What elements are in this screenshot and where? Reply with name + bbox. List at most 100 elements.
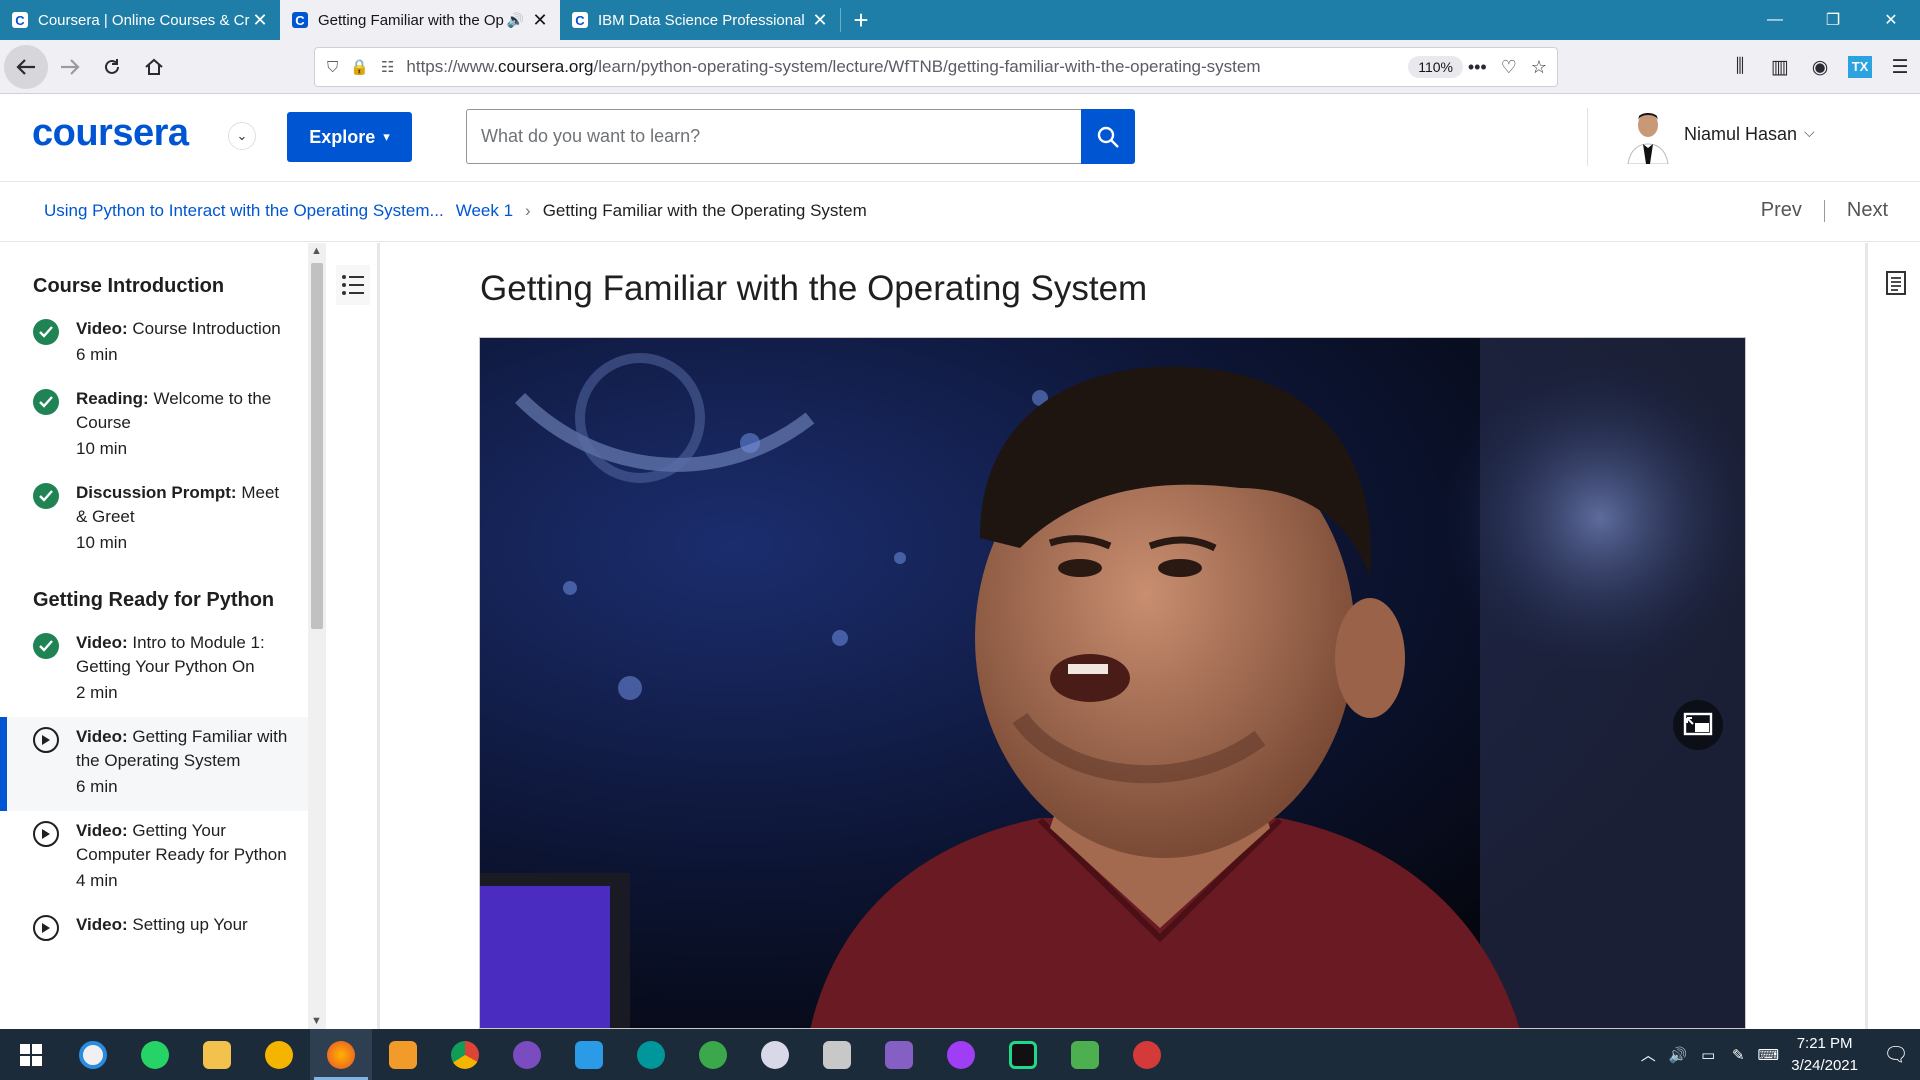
browser-tab-active[interactable]: C Getting Familiar with the Op 🔊 ✕ (280, 0, 560, 40)
user-name[interactable]: Niamul Hasan (1684, 124, 1797, 145)
url-actions: ••• ♡ ☆ (1468, 57, 1547, 78)
list-item[interactable]: Reading: Welcome to the Course 10 min (0, 379, 308, 473)
zoom-level[interactable]: 110% (1408, 56, 1463, 78)
chevron-down-icon[interactable]: ⌵ (1804, 124, 1815, 141)
list-item-active[interactable]: Video: Getting Familiar with the Operati… (0, 717, 308, 811)
list-item[interactable]: Video: Getting Your Computer Ready for P… (0, 811, 308, 905)
search-app-icon[interactable] (62, 1029, 124, 1080)
course-outline-sidebar: Course Introduction Video: Course Introd… (0, 243, 308, 1029)
permissions-icon[interactable]: ☷ (381, 58, 394, 76)
pycharm-icon[interactable] (992, 1029, 1054, 1080)
coursera-logo[interactable]: coursera (32, 112, 189, 155)
visual-studio-icon[interactable] (868, 1029, 930, 1080)
pen-icon[interactable]: ✎ (1723, 1046, 1753, 1064)
search-button[interactable] (1081, 109, 1135, 164)
chevron-down-icon[interactable]: ▼ (311, 1015, 322, 1027)
network-icon[interactable]: ▭ (1693, 1046, 1723, 1064)
chevron-down-icon[interactable]: ⌄ (228, 122, 256, 150)
date: 3/24/2021 (1791, 1056, 1858, 1074)
breadcrumb-course-link[interactable]: Using Python to Interact with the Operat… (44, 201, 444, 221)
browser-tab[interactable]: C Coursera | Online Courses & Cr ✕ (0, 0, 280, 40)
tab-title: Getting Familiar with the Op (318, 11, 504, 29)
item-title: Course Introduction (132, 319, 281, 338)
owl-app-icon[interactable] (1116, 1029, 1178, 1080)
item-duration: 2 min (76, 683, 118, 702)
item-title: Setting up Your (132, 915, 248, 934)
sidebar-scrollbar[interactable]: ▲ ▼ (308, 243, 326, 1029)
keyboard-icon[interactable]: ⌨ (1753, 1046, 1783, 1064)
avatar[interactable] (1623, 108, 1673, 164)
back-button[interactable] (4, 44, 48, 89)
close-tab-icon[interactable]: ✕ (810, 10, 830, 31)
prev-button[interactable]: Prev (1761, 199, 1802, 222)
chrome-icon[interactable] (434, 1029, 496, 1080)
breadcrumb-week-link[interactable]: Week 1 (456, 201, 513, 221)
restore-icon[interactable]: ❐ (1804, 0, 1862, 40)
item-kind: Reading: (76, 389, 149, 408)
list-item[interactable]: Video: Course Introduction 6 min (0, 309, 308, 379)
tab-title: Coursera | Online Courses & Cr (38, 11, 250, 29)
sidebar-toggle-icon[interactable]: ▥ (1760, 56, 1800, 79)
chevron-up-icon[interactable]: ︿ (1633, 1044, 1663, 1065)
shield-icon[interactable]: ⛉ (327, 59, 338, 76)
forward-button[interactable] (50, 47, 90, 87)
video-player[interactable] (479, 337, 1746, 1029)
firefox-icon[interactable] (310, 1029, 372, 1080)
lock-icon[interactable]: 🔒 (350, 58, 369, 76)
volume-icon[interactable]: 🔊 (1663, 1046, 1693, 1064)
speaker-icon[interactable]: 🔊 (507, 12, 524, 29)
whatsapp-icon[interactable] (124, 1029, 186, 1080)
breadcrumb-current: Getting Familiar with the Operating Syst… (542, 201, 867, 220)
reload-button[interactable] (92, 47, 132, 87)
more-actions-icon[interactable]: ••• (1468, 57, 1487, 78)
browser-tab[interactable]: C IBM Data Science Professional ✕ (560, 0, 840, 40)
app-orange-icon[interactable] (372, 1029, 434, 1080)
close-tab-icon[interactable]: ✕ (250, 10, 270, 31)
list-item[interactable]: Video: Setting up Your (0, 905, 308, 949)
notes-icon[interactable] (1876, 261, 1916, 305)
next-button[interactable]: Next (1847, 199, 1888, 222)
check-icon (33, 389, 59, 415)
bookmark-star-icon[interactable]: ☆ (1531, 57, 1547, 78)
pocket-icon[interactable]: ♡ (1501, 57, 1517, 78)
arduino-icon[interactable] (620, 1029, 682, 1080)
windows-start-icon[interactable] (0, 1029, 62, 1080)
explore-button[interactable]: Explore ▾ (287, 112, 412, 162)
telescope-icon[interactable] (806, 1029, 868, 1080)
list-outline-icon[interactable] (336, 265, 370, 305)
window-controls: — ❐ ✕ (1746, 0, 1920, 40)
picture-in-picture-button[interactable] (1673, 700, 1723, 750)
search-input[interactable] (466, 109, 1082, 164)
close-window-icon[interactable]: ✕ (1862, 0, 1920, 40)
messenger-icon[interactable] (930, 1029, 992, 1080)
library-icon[interactable]: ⫼ (1720, 56, 1760, 78)
video-frame (480, 338, 1745, 1028)
address-bar[interactable]: ⛉ 🔒 ☷ https://www.coursera.org/learn/pyt… (314, 47, 1558, 87)
coursera-favicon-icon: C (292, 12, 308, 28)
menu-icon[interactable]: ☰ (1880, 56, 1920, 79)
chevron-up-icon[interactable]: ▲ (311, 245, 322, 257)
close-tab-icon[interactable]: ✕ (530, 10, 550, 31)
new-tab-button[interactable]: + (841, 0, 881, 40)
reload-icon (105, 58, 119, 74)
minimize-icon[interactable]: — (1746, 0, 1804, 40)
home-button[interactable] (134, 47, 174, 87)
section-title: Course Introduction (33, 275, 225, 297)
scrollbar-thumb[interactable] (311, 263, 323, 629)
account-icon[interactable]: ◉ (1800, 56, 1840, 79)
brave-icon[interactable] (248, 1029, 310, 1080)
vscode-icon[interactable] (558, 1029, 620, 1080)
extension-icon[interactable]: TX (1848, 56, 1872, 78)
earth-app-icon[interactable] (682, 1029, 744, 1080)
clock[interactable]: 7:21 PM 3/24/2021 (1791, 1033, 1858, 1077)
notification-icon[interactable]: 🗨 (1872, 1042, 1920, 1067)
check-icon (33, 483, 59, 509)
picture-in-picture-icon (1683, 712, 1713, 736)
play-icon (33, 727, 59, 753)
list-item[interactable]: Discussion Prompt: Meet & Greet 10 min (0, 473, 308, 567)
satellite-icon[interactable] (744, 1029, 806, 1080)
github-icon[interactable] (496, 1029, 558, 1080)
list-item[interactable]: Video: Intro to Module 1: Getting Your P… (0, 623, 308, 717)
spreadsheet-icon[interactable] (1054, 1029, 1116, 1080)
file-explorer-icon[interactable] (186, 1029, 248, 1080)
